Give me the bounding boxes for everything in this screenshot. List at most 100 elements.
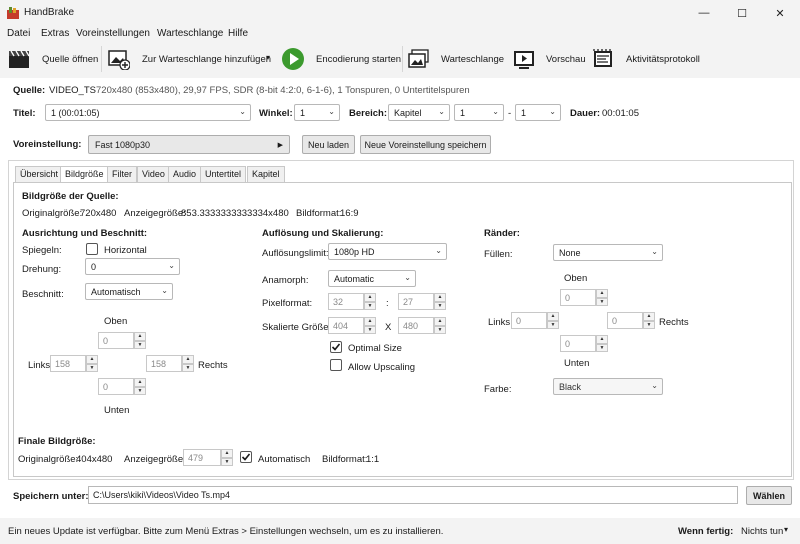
crop-bottom-stepper[interactable]: ▲ ▼ xyxy=(134,378,146,395)
arrow-down-icon[interactable]: ▼ xyxy=(643,320,655,329)
auto-display-checkbox[interactable] xyxy=(240,451,252,463)
anamorphic-select[interactable]: Automatic ⌄ xyxy=(328,270,416,287)
arrow-down-icon[interactable]: ▼ xyxy=(434,301,446,310)
arrow-up-icon[interactable]: ▲ xyxy=(434,317,446,326)
final-display-input[interactable]: 479 xyxy=(183,449,221,466)
browse-button[interactable]: Wählen xyxy=(746,486,792,505)
border-bottom-stepper[interactable]: ▲ ▼ xyxy=(596,335,608,352)
maximize-button[interactable]: ☐ xyxy=(722,0,762,26)
queue-icon[interactable] xyxy=(408,48,430,70)
tab-dimensions[interactable]: Bildgröße xyxy=(60,166,109,183)
arrow-up-icon[interactable]: ▲ xyxy=(221,449,233,458)
close-button[interactable]: ✕ xyxy=(760,0,800,26)
arrow-up-icon[interactable]: ▲ xyxy=(596,335,608,344)
arrow-up-icon[interactable]: ▲ xyxy=(182,355,194,364)
pixel-width-input[interactable]: 32 xyxy=(328,293,364,310)
tab-audio[interactable]: Audio xyxy=(168,166,202,182)
border-right-input[interactable]: 0 xyxy=(607,312,643,329)
when-done-select[interactable]: Nichts tun xyxy=(741,526,783,537)
arrow-up-icon[interactable]: ▲ xyxy=(596,289,608,298)
tab-subtitles[interactable]: Untertitel xyxy=(200,166,247,182)
pixel-width-stepper[interactable]: ▲ ▼ xyxy=(364,293,376,310)
start-encode-button[interactable]: Encodierung starten xyxy=(316,54,401,65)
arrow-up-icon[interactable]: ▲ xyxy=(434,293,446,302)
menu-datei[interactable]: Datei xyxy=(7,28,30,39)
arrow-down-icon[interactable]: ▼ xyxy=(364,301,376,310)
border-left-input[interactable]: 0 xyxy=(511,312,547,329)
range-type-select[interactable]: Kapitel ⌄ xyxy=(388,104,450,121)
menu-warteschlange[interactable]: Warteschlange xyxy=(157,28,223,39)
play-icon[interactable] xyxy=(281,47,305,71)
border-bottom-input[interactable]: 0 xyxy=(560,335,596,352)
preview-button[interactable]: Vorschau xyxy=(546,54,586,65)
border-left-stepper[interactable]: ▲ ▼ xyxy=(547,312,559,329)
arrow-down-icon[interactable]: ▼ xyxy=(182,363,194,372)
add-to-queue-icon[interactable] xyxy=(108,48,130,70)
menu-extras[interactable]: Extras xyxy=(41,28,69,39)
scaled-width-stepper[interactable]: ▲ ▼ xyxy=(364,317,376,334)
border-color-select[interactable]: Black ⌄ xyxy=(553,378,663,395)
resolution-limit-select[interactable]: 1080p HD ⌄ xyxy=(328,243,447,260)
crop-select[interactable]: Automatisch ⌄ xyxy=(85,283,173,300)
arrow-up-icon[interactable]: ▲ xyxy=(364,293,376,302)
scaled-height-stepper[interactable]: ▲ ▼ xyxy=(434,317,446,334)
title-select[interactable]: 1 (00:01:05) ⌄ xyxy=(45,104,251,121)
save-new-preset-button[interactable]: Neue Voreinstellung speichern xyxy=(360,135,491,154)
activity-log-button[interactable]: Aktivitätsprotokoll xyxy=(626,54,700,65)
arrow-up-icon[interactable]: ▲ xyxy=(364,317,376,326)
reload-preset-button[interactable]: Neu laden xyxy=(302,135,355,154)
crop-right-stepper[interactable]: ▲ ▼ xyxy=(182,355,194,372)
save-path-input[interactable]: C:\Users\kiki\Videos\Video Ts.mp4 xyxy=(88,486,738,504)
arrow-down-icon[interactable]: ▼ xyxy=(364,325,376,334)
border-right-stepper[interactable]: ▲ ▼ xyxy=(643,312,655,329)
open-source-button[interactable]: Quelle öffnen xyxy=(42,54,98,65)
arrow-up-icon[interactable]: ▲ xyxy=(643,312,655,321)
tab-chapters[interactable]: Kapitel xyxy=(247,166,285,182)
add-to-queue-button[interactable]: Zur Warteschlange hinzufügen xyxy=(142,54,271,65)
arrow-down-icon[interactable]: ▼ xyxy=(134,386,146,395)
border-top-input[interactable]: 0 xyxy=(560,289,596,306)
range-start-select[interactable]: 1 ⌄ xyxy=(454,104,504,121)
preset-selector[interactable]: Fast 1080p30 ▶ xyxy=(88,135,290,154)
optimal-size-checkbox[interactable] xyxy=(330,341,342,353)
pixel-height-stepper[interactable]: ▲ ▼ xyxy=(434,293,446,310)
tab-summary[interactable]: Übersicht xyxy=(15,166,64,182)
arrow-down-icon[interactable]: ▼ xyxy=(596,343,608,352)
preview-icon[interactable] xyxy=(513,48,535,70)
crop-left-input[interactable]: 158 xyxy=(50,355,86,372)
scaled-width-input[interactable]: 404 xyxy=(328,317,364,334)
pixel-height-input[interactable]: 27 xyxy=(398,293,434,310)
flip-horizontal-checkbox[interactable] xyxy=(86,243,98,255)
menu-hilfe[interactable]: Hilfe xyxy=(228,28,248,39)
minimize-button[interactable]: — xyxy=(684,0,724,26)
scaled-height-input[interactable]: 480 xyxy=(398,317,434,334)
crop-left-stepper[interactable]: ▲ ▼ xyxy=(86,355,98,372)
final-display-stepper[interactable]: ▲ ▼ xyxy=(221,449,233,466)
border-top-stepper[interactable]: ▲ ▼ xyxy=(596,289,608,306)
menu-voreinstellungen[interactable]: Voreinstellungen xyxy=(76,28,150,39)
arrow-up-icon[interactable]: ▲ xyxy=(134,332,146,341)
range-end-select[interactable]: 1 ⌄ xyxy=(515,104,561,121)
arrow-up-icon[interactable]: ▲ xyxy=(547,312,559,321)
crop-top-input[interactable]: 0 xyxy=(98,332,134,349)
tab-filters[interactable]: Filter xyxy=(107,166,137,182)
fill-select[interactable]: None ⌄ xyxy=(553,244,663,261)
chevron-down-icon[interactable]: ▾ xyxy=(266,53,270,62)
angle-select[interactable]: 1 ⌄ xyxy=(294,104,340,121)
arrow-down-icon[interactable]: ▼ xyxy=(434,325,446,334)
crop-right-input[interactable]: 158 xyxy=(146,355,182,372)
tab-video[interactable]: Video xyxy=(137,166,170,182)
arrow-up-icon[interactable]: ▲ xyxy=(86,355,98,364)
arrow-down-icon[interactable]: ▼ xyxy=(596,297,608,306)
crop-bottom-input[interactable]: 0 xyxy=(98,378,134,395)
chevron-down-icon[interactable]: ▾ xyxy=(784,525,788,534)
rotation-select[interactable]: 0 ⌄ xyxy=(85,258,180,275)
allow-upscaling-checkbox[interactable] xyxy=(330,359,342,371)
arrow-down-icon[interactable]: ▼ xyxy=(134,340,146,349)
arrow-down-icon[interactable]: ▼ xyxy=(86,363,98,372)
arrow-up-icon[interactable]: ▲ xyxy=(134,378,146,387)
clapperboard-icon[interactable] xyxy=(8,48,30,70)
arrow-down-icon[interactable]: ▼ xyxy=(221,457,233,466)
queue-button[interactable]: Warteschlange xyxy=(441,54,504,65)
arrow-down-icon[interactable]: ▼ xyxy=(547,320,559,329)
